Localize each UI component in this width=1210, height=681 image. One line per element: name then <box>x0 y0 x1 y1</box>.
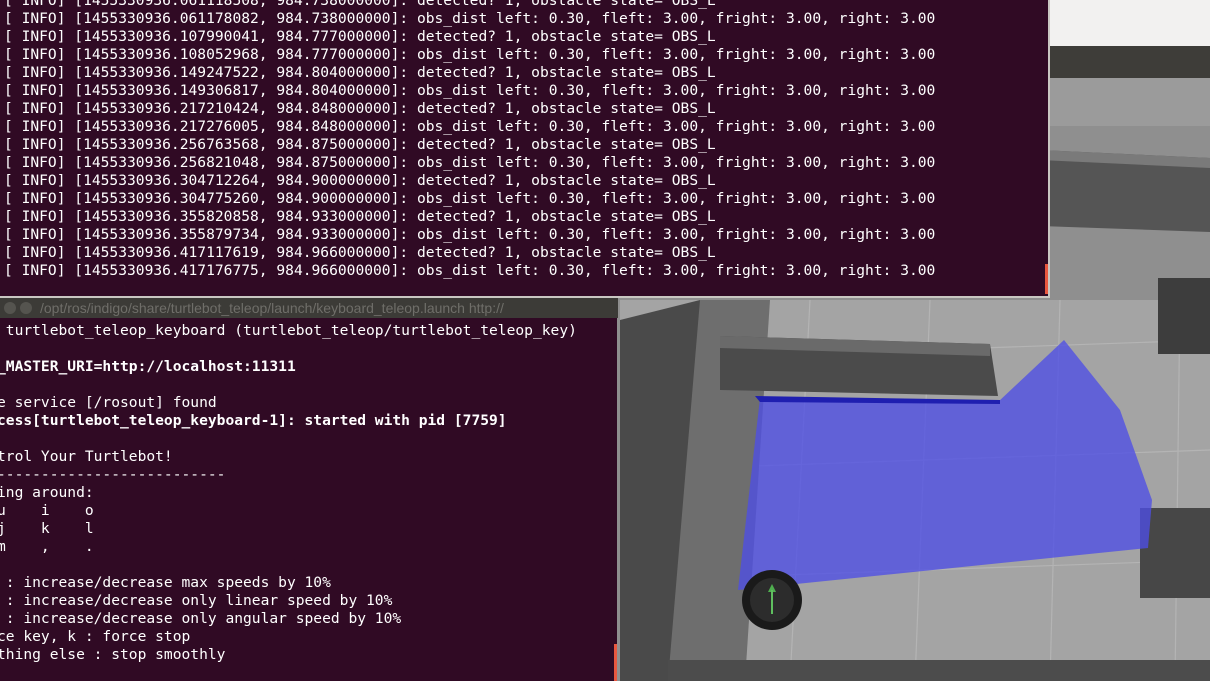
log-line: [ INFO] [1455330936.417176775, 984.96600… <box>4 262 936 279</box>
terminal-line: : increase/decrease max speeds by 10% <box>0 574 331 591</box>
terminal-line: turtlebot_teleop_keyboard (turtlebot_tel… <box>0 322 577 339</box>
log-line: [ INFO] [1455330936.217210424, 984.84800… <box>4 100 716 117</box>
terminal-line: m , . <box>0 538 94 555</box>
log-line: [ INFO] [1455330936.256763568, 984.87500… <box>4 136 716 153</box>
log-terminal-window[interactable]: [ INFO] [1455330936.061118508, 984.73800… <box>0 0 1050 298</box>
log-line: [ INFO] [1455330936.304775260, 984.90000… <box>4 190 936 207</box>
teleop-window-titlebar[interactable]: /opt/ros/indigo/share/turtlebot_teleop/l… <box>0 298 618 318</box>
log-line: [ INFO] [1455330936.149306817, 984.80400… <box>4 82 936 99</box>
log-line: [ INFO] [1455330936.304712264, 984.90000… <box>4 172 716 189</box>
log-output: [ INFO] [1455330936.061118508, 984.73800… <box>4 0 935 280</box>
terminal-line: e service [/rosout] found <box>0 394 217 411</box>
minimize-button-icon[interactable] <box>20 302 32 314</box>
log-line: [ INFO] [1455330936.355820858, 984.93300… <box>4 208 716 225</box>
log-line: [ INFO] [1455330936.149247522, 984.80400… <box>4 64 716 81</box>
teleop-terminal-window[interactable]: turtlebot_teleop_keyboard (turtlebot_tel… <box>0 318 617 681</box>
terminal-line: j k l <box>0 520 94 537</box>
close-button-icon[interactable] <box>4 302 16 314</box>
terminal-line: trol Your Turtlebot! <box>0 448 173 465</box>
log-line: [ INFO] [1455330936.217276005, 984.84800… <box>4 118 936 135</box>
log-line: [ INFO] [1455330936.107990041, 984.77700… <box>4 28 716 45</box>
terminal-line: ce key, k : force stop <box>0 628 191 645</box>
terminal-line: : increase/decrease only angular speed b… <box>0 610 402 627</box>
terminal-line: _MASTER_URI=http://localhost:11311 <box>0 358 296 375</box>
terminal-line: : increase/decrease only linear speed by… <box>0 592 393 609</box>
terminal-line: thing else : stop smoothly <box>0 646 226 663</box>
log-line: [ INFO] [1455330936.061178082, 984.73800… <box>4 10 936 27</box>
teleop-output: turtlebot_teleop_keyboard (turtlebot_tel… <box>0 322 577 664</box>
scrollbar[interactable] <box>614 644 617 681</box>
terminal-line: u i o <box>0 502 94 519</box>
log-line: [ INFO] [1455330936.256821048, 984.87500… <box>4 154 936 171</box>
log-line: [ INFO] [1455330936.108052968, 984.77700… <box>4 46 936 63</box>
log-line: [ INFO] [1455330936.417117619, 984.96600… <box>4 244 716 261</box>
window-title: /opt/ros/indigo/share/turtlebot_teleop/l… <box>40 300 504 316</box>
terminal-line: ing around: <box>0 484 94 501</box>
scrollbar[interactable] <box>1045 264 1048 294</box>
log-line: [ INFO] [1455330936.355879734, 984.93300… <box>4 226 936 243</box>
terminal-line: -------------------------- <box>0 466 226 483</box>
log-line: [ INFO] [1455330936.061118508, 984.73800… <box>4 0 716 9</box>
terminal-line: cess[turtlebot_teleop_keyboard-1]: start… <box>0 412 507 429</box>
turtlebot-robot[interactable] <box>742 570 802 630</box>
